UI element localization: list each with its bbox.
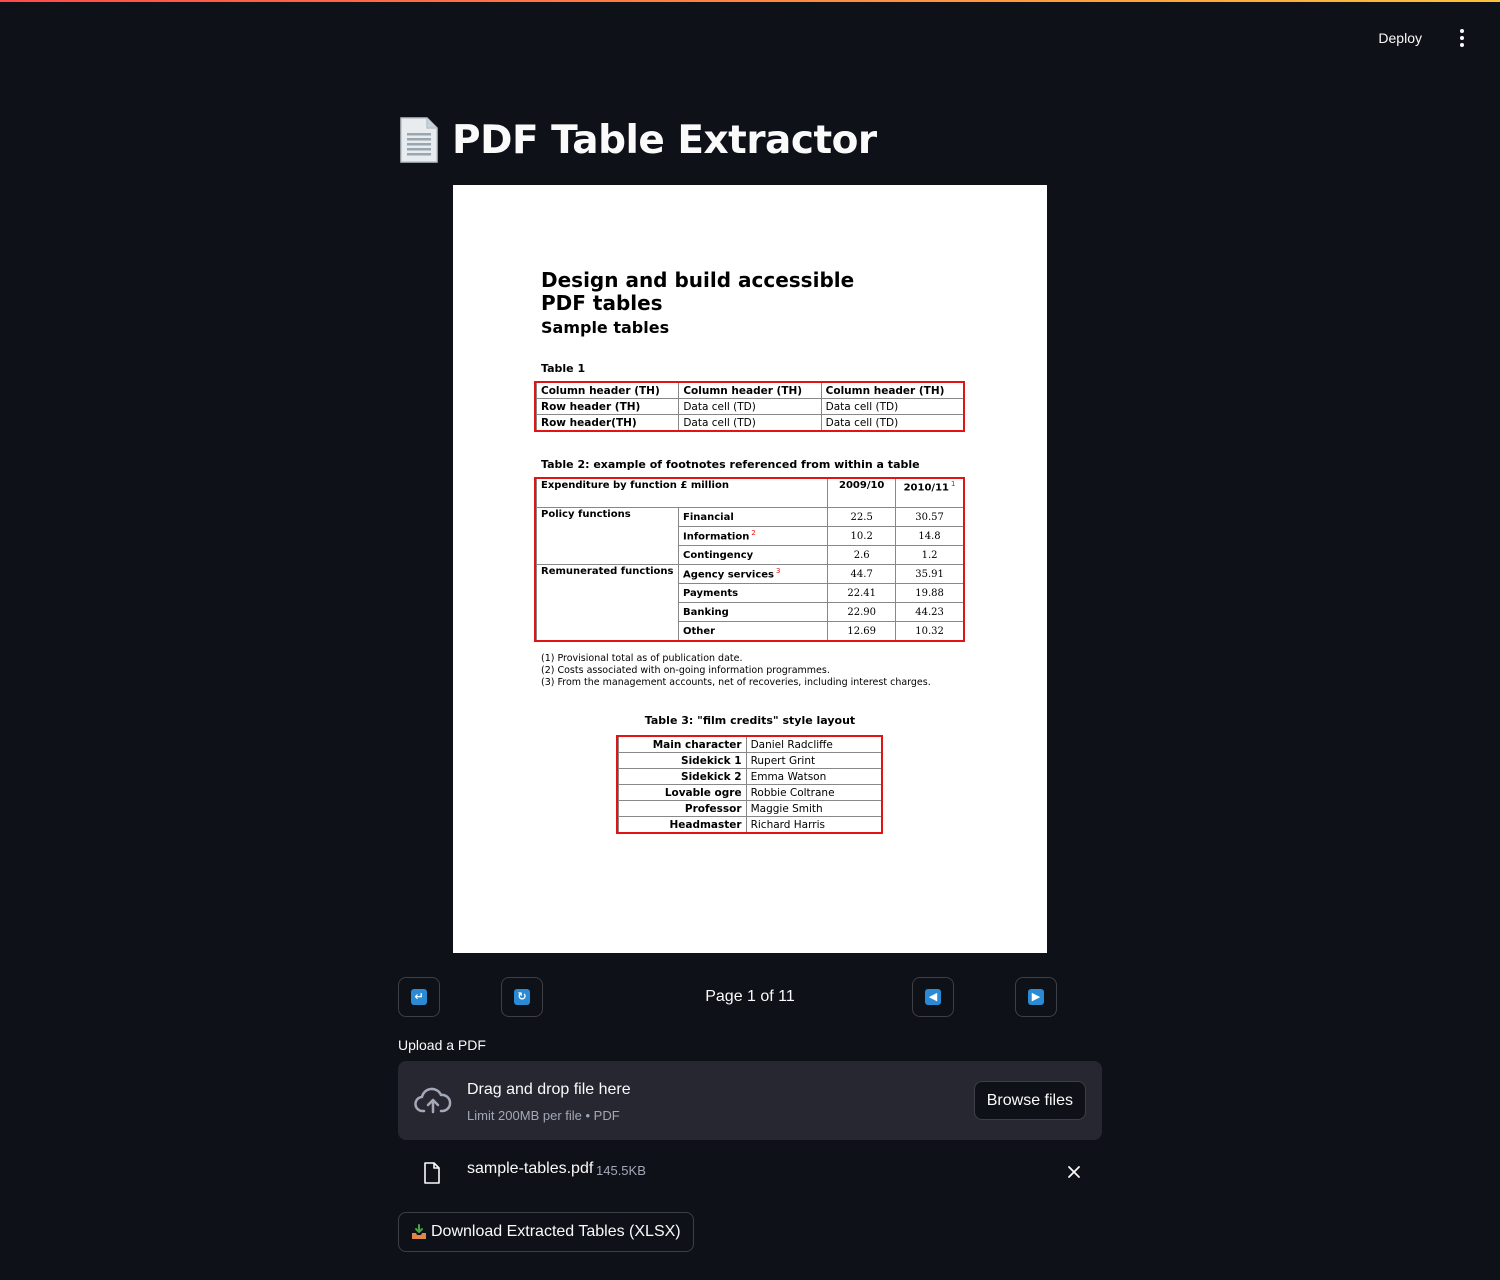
upload-label: Upload a PDF — [398, 1037, 486, 1053]
pdf-heading: Design and build accessible PDF tables — [541, 268, 855, 315]
close-icon — [1068, 1166, 1080, 1178]
uploaded-file-size: 145.5KB — [596, 1163, 646, 1178]
cloud-upload-icon — [414, 1087, 452, 1114]
table2-caption: Table 2: example of footnotes referenced… — [541, 458, 920, 471]
table-detection-box — [534, 477, 965, 642]
inbox-tray-icon — [412, 1224, 426, 1239]
table3-caption: Table 3: "film credits" style layout — [644, 714, 856, 727]
download-xlsx-button[interactable]: Download Extracted Tables (XLSX) — [398, 1212, 694, 1252]
page-indicator: Page 1 of 11 — [705, 988, 795, 1005]
main-menu-button[interactable] — [1448, 27, 1476, 49]
pdf-page-preview: Design and build accessible PDF tables S… — [453, 185, 1047, 953]
footnote: (2) Costs associated with on-going infor… — [541, 665, 830, 676]
rotate-left-button[interactable]: ↵ — [398, 977, 440, 1017]
pdf-subheading: Sample tables — [541, 318, 670, 337]
file-icon — [424, 1162, 440, 1184]
app-header-actions: Deploy — [1370, 26, 1476, 50]
right-arrow-icon: ▶ — [1028, 989, 1044, 1005]
browse-files-button[interactable]: Browse files — [973, 1081, 1086, 1120]
left-arrow-icon: ◀ — [925, 989, 941, 1005]
uploaded-file-name: sample-tables.pdf — [467, 1160, 594, 1177]
uploaded-file-row: sample-tables.pdf 145.5KB — [398, 1156, 1102, 1186]
footnote: (3) From the management accounts, net of… — [541, 677, 931, 688]
remove-file-button[interactable] — [1062, 1160, 1086, 1184]
download-button-label: Download Extracted Tables (XLSX) — [431, 1223, 681, 1240]
table-detection-box — [616, 735, 883, 834]
footnote: (1) Provisional total as of publication … — [541, 653, 743, 664]
page-facing-up-icon — [400, 117, 438, 163]
prev-page-button[interactable]: ◀ — [912, 977, 954, 1017]
pdf-viewer-toolbar: ↵ ↻ Page 1 of 11 ◀ ▶ — [398, 977, 1102, 1017]
rotate-left-icon: ↵ — [411, 989, 427, 1005]
file-dropzone[interactable]: Drag and drop file here Limit 200MB per … — [398, 1061, 1102, 1140]
vertical-ellipsis-icon — [1460, 29, 1464, 33]
table-detection-box — [534, 381, 965, 432]
dropzone-instructions: Drag and drop file here — [467, 1081, 631, 1098]
table1-caption: Table 1 — [541, 362, 586, 375]
next-page-button[interactable]: ▶ — [1015, 977, 1057, 1017]
top-decoration-bar — [0, 0, 1500, 2]
rotate-right-icon: ↻ — [514, 989, 530, 1005]
deploy-button[interactable]: Deploy — [1370, 26, 1430, 50]
dropzone-limit: Limit 200MB per file • PDF — [467, 1108, 620, 1123]
page-title: PDF Table Extractor — [452, 117, 877, 163]
rotate-right-button[interactable]: ↻ — [501, 977, 543, 1017]
page-title-row: PDF Table Extractor — [398, 116, 877, 164]
table2-footnotes: (1) Provisional total as of publication … — [541, 653, 931, 689]
